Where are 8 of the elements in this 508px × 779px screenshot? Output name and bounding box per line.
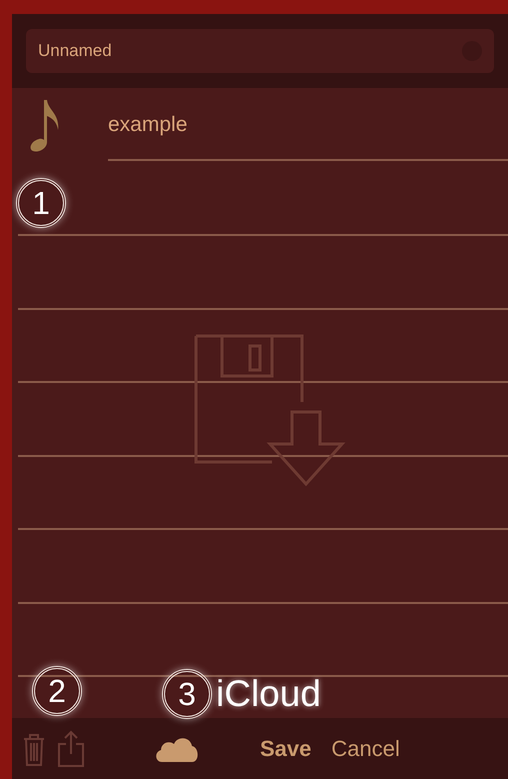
file-name[interactable]: example xyxy=(108,108,188,140)
toolbar-button[interactable]: Cancel xyxy=(321,728,410,769)
callout-number: 2 xyxy=(32,666,82,716)
callout-label: iCloud xyxy=(216,672,321,716)
toolbar-button[interactable]: Save xyxy=(250,728,322,769)
callout-number: 1 xyxy=(16,178,66,228)
name-field[interactable]: Unnamed xyxy=(26,29,494,73)
callout-number: 3 xyxy=(162,668,212,719)
